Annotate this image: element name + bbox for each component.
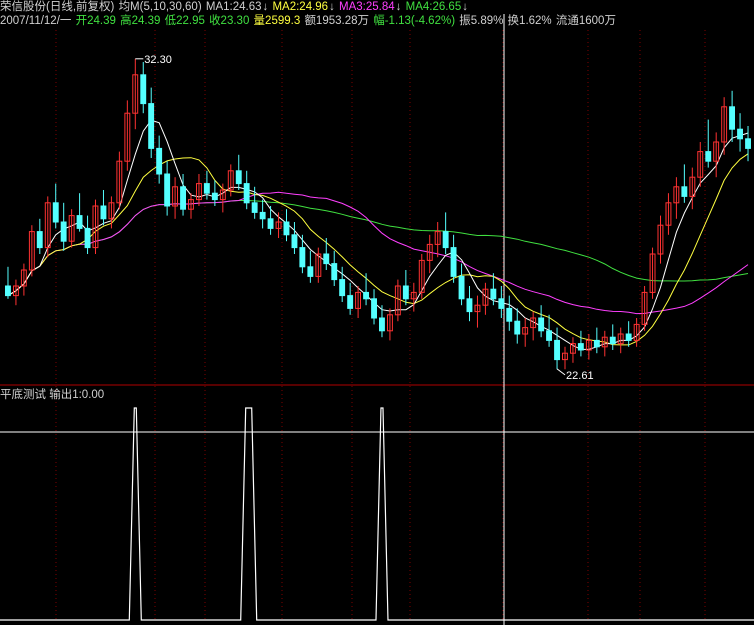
candle-body <box>84 227 91 249</box>
candle-body <box>466 298 473 313</box>
candle-body <box>203 183 210 194</box>
ma4-value: MA4:26.65 <box>405 1 462 13</box>
candle-body <box>211 192 218 201</box>
candle-body <box>291 234 298 249</box>
candle-body <box>506 307 513 322</box>
ma3-arrow-icon: ↓ <box>395 1 402 13</box>
chart-header: 荣信股份(日线,前复权) 均M(5,10,30,60) MA1:24.63↓ M… <box>0 0 754 14</box>
indicator-title: 平底测试 输出1:0.00 <box>0 388 104 402</box>
quote-line: 2007/11/12/一 开24.39 高24.39 低22.95 收23.30… <box>0 14 754 28</box>
candle-body <box>76 215 83 229</box>
ma2-arrow-icon: ↓ <box>329 1 335 13</box>
candle-body <box>705 151 712 162</box>
quote-amount: 额1953.28万 <box>304 15 370 27</box>
quote-float: 流通1600万 <box>555 15 616 27</box>
candle-body <box>538 317 545 332</box>
ma2-value: MA2:24.96 <box>272 1 329 13</box>
ma-params: 均M(5,10,30,60) <box>118 1 202 13</box>
candle-body <box>60 221 67 242</box>
candle-body <box>52 202 59 223</box>
candle-body <box>331 263 338 281</box>
candle-body <box>442 231 449 249</box>
candle-body <box>593 339 600 348</box>
candle-body <box>577 343 584 351</box>
quote-close: 收23.30 <box>209 15 250 27</box>
candle-body <box>148 103 155 149</box>
low-annotation-label: 22.61 <box>566 370 594 382</box>
candle-body <box>371 298 378 319</box>
ma3-value: MA3:25.84 <box>339 1 395 13</box>
indicator-signal-line <box>0 407 754 621</box>
candle-body <box>299 247 306 268</box>
ma1-arrow-icon: ↓ <box>262 1 269 13</box>
candle-body <box>259 211 266 220</box>
candle-body <box>235 170 242 185</box>
candle-body <box>458 275 465 300</box>
candle-body <box>498 298 505 309</box>
kline-chart[interactable]: 32.30 22.61 <box>0 0 754 625</box>
candle-body <box>681 186 688 197</box>
candle-body <box>164 173 171 207</box>
high-annotation-label: 32.30 <box>144 54 172 66</box>
candle-body <box>100 205 107 220</box>
low-annotation-arrow <box>556 368 566 376</box>
candle-body <box>729 106 735 130</box>
candle-body <box>5 285 11 297</box>
candle-body <box>140 74 147 105</box>
indicator-output: 输出1:0.00 <box>49 389 105 401</box>
candle-body <box>737 128 743 140</box>
candle-body <box>283 221 290 236</box>
quote-turnover: 换1.62% <box>507 15 552 27</box>
candle-body <box>307 266 314 277</box>
quote-change: 幅-1.13(-4.62%) <box>373 15 456 27</box>
quote-volume: 量2599.3 <box>253 15 301 27</box>
quote-low: 低22.95 <box>164 15 205 27</box>
candle-body <box>251 202 258 213</box>
candle-body <box>339 279 346 297</box>
candle-body <box>323 253 330 265</box>
candle-body <box>402 285 409 300</box>
candle-body <box>363 291 370 300</box>
candle-body <box>347 295 354 309</box>
candle-body <box>379 317 385 332</box>
candle-body <box>554 339 560 361</box>
quote-date: 2007/11/12/一 <box>0 15 72 27</box>
candle-body <box>625 333 632 341</box>
candle-body <box>514 320 521 335</box>
quote-high: 高24.39 <box>120 15 161 27</box>
candle-body <box>609 336 616 345</box>
quote-open: 开24.39 <box>75 15 116 27</box>
candle-body <box>546 330 552 341</box>
candle-body <box>450 247 457 277</box>
stock-title: 荣信股份(日线,前复权) <box>0 1 115 13</box>
candle-body <box>243 183 250 204</box>
ma4-arrow-icon: ↓ <box>462 1 468 13</box>
candle-body <box>180 186 187 210</box>
candle-body <box>745 138 751 149</box>
ma1-value: MA1:24.63 <box>205 1 262 13</box>
candle-body <box>267 218 274 229</box>
ma3-line <box>7 191 749 315</box>
indicator-name: 平底测试 <box>0 389 46 401</box>
candle-body <box>490 288 497 300</box>
candle-body <box>156 147 163 175</box>
quote-amplitude: 振5.89% <box>459 15 504 27</box>
candle-body <box>36 231 43 249</box>
